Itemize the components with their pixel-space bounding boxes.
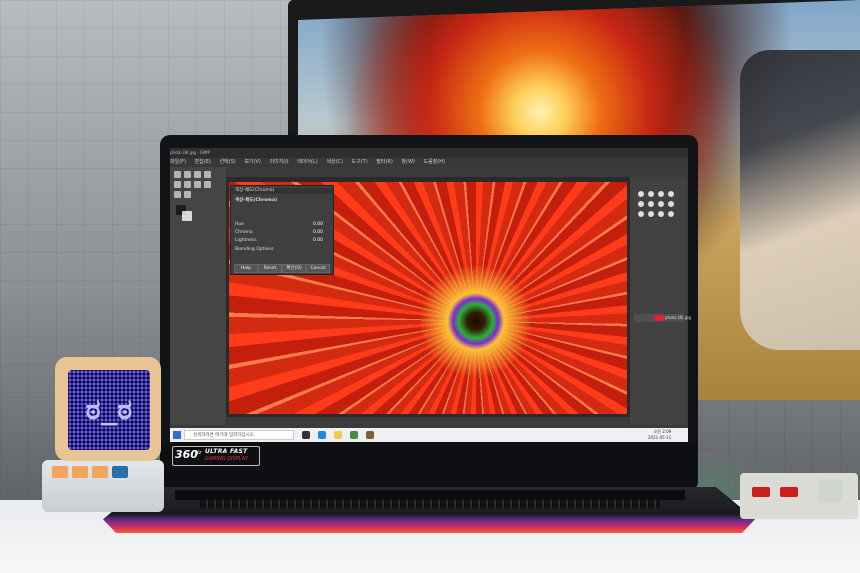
gimp-menubar: 파일(F) 편집(E) 선택(S) 보기(V) 이미지(I) 레이어(L) 색상… [170, 158, 688, 167]
refresh-rate-badge: 360 Hz ULTRA FAST GAMING DISPLAY [172, 446, 260, 466]
start-button-icon[interactable] [173, 431, 181, 439]
pixel-face-icon: ಠ_ಠ [85, 393, 133, 426]
controller-button-a [752, 487, 770, 497]
rotate-tool-icon[interactable] [184, 181, 191, 188]
menu-item-edit[interactable]: 편집(E) [195, 159, 211, 165]
lightness-row[interactable]: Lightness 0.00 [235, 238, 329, 244]
eraser-tool-icon[interactable] [204, 181, 211, 188]
gimp-title-text: photo (8).jpg · GIMP [170, 150, 210, 155]
taskbar-search-input[interactable]: 검색하려면 여기에 입력하십시오. [184, 430, 294, 440]
blue-keycap [112, 466, 128, 478]
badge-gaming-display: GAMING DISPLAY [205, 456, 249, 462]
brush-preset-icon[interactable] [668, 201, 674, 207]
brush-preset-icon[interactable] [668, 211, 674, 217]
align-tool-icon[interactable] [184, 171, 191, 178]
move-tool-icon[interactable] [174, 171, 181, 178]
controller-button-b [780, 487, 798, 497]
menu-item-view[interactable]: 보기(V) [244, 159, 261, 165]
help-button[interactable]: Help [234, 264, 258, 273]
file-explorer-icon[interactable] [334, 431, 342, 439]
brush-preset-icon[interactable] [648, 201, 654, 207]
menu-item-filters[interactable]: 필터(R) [376, 159, 393, 165]
text-tool-icon[interactable] [174, 191, 181, 198]
brush-preset-icon[interactable] [658, 201, 664, 207]
brush-preset-icon[interactable] [638, 211, 644, 217]
lightness-value: 0.00 [312, 238, 323, 243]
lightness-label: Lightness [235, 238, 257, 243]
chroma-row[interactable]: Chroma 0.00 [235, 230, 329, 236]
controller-dpad [818, 479, 842, 503]
menu-item-windows[interactable]: 창(W) [401, 159, 414, 165]
brush-preset-icon[interactable] [658, 191, 664, 197]
dialog-title: 색상-채도(Chroma) [231, 188, 333, 194]
menu-item-tools[interactable]: 도구(T) [352, 159, 368, 165]
gimp-right-dock [630, 177, 686, 425]
reset-button[interactable]: Reset [258, 264, 282, 273]
game-weapon-foreground [740, 50, 860, 350]
hue-row[interactable]: Hue 0.00 [235, 222, 329, 228]
menu-item-file[interactable]: 파일(F) [170, 159, 186, 165]
lasso-tool-icon[interactable] [204, 171, 211, 178]
brush-preset-icon[interactable] [668, 191, 674, 197]
gimp-titlebar: photo (8).jpg · GIMP [170, 148, 688, 158]
blending-options-toggle[interactable]: Blending Options [235, 247, 329, 253]
ok-button[interactable]: 확인(O) [282, 264, 306, 273]
zoom-tool-icon[interactable] [184, 191, 191, 198]
orange-keycap [52, 466, 68, 478]
layer-thumbnail [654, 315, 664, 321]
badge-ultra-fast: ULTRA FAST [205, 448, 248, 455]
hue-label: Hue [235, 222, 245, 227]
laptop-keyboard [175, 490, 685, 500]
menu-item-image[interactable]: 이미지(I) [269, 159, 288, 165]
menu-item-layer[interactable]: 레이어(L) [297, 159, 318, 165]
layer-name: photo (8).jpg [665, 315, 691, 320]
crop-tool-icon[interactable] [174, 181, 181, 188]
badge-hz-unit: Hz [195, 450, 202, 456]
gimp-toolbox [170, 167, 226, 425]
chroma-value: 0.00 [312, 230, 323, 235]
paint-tool-icon[interactable] [194, 181, 201, 188]
brush-preset-icon[interactable] [638, 201, 644, 207]
laptop-vents [200, 500, 660, 508]
brush-preset-icon[interactable] [638, 191, 644, 197]
brush-preset-icon[interactable] [658, 211, 664, 217]
taskbar-clock[interactable]: 오전 2:09 2021-05-11 [648, 429, 671, 441]
cancel-button[interactable]: Cancel [306, 264, 330, 273]
brush-preset-icon[interactable] [648, 191, 654, 197]
orange-keycap [72, 466, 88, 478]
menu-item-colors[interactable]: 색상(C) [326, 159, 343, 165]
orange-keycap [92, 466, 108, 478]
gimp-taskbar-icon[interactable] [366, 431, 374, 439]
edge-browser-icon[interactable] [318, 431, 326, 439]
brush-preset-icon[interactable] [648, 211, 654, 217]
background-color-swatch[interactable] [182, 211, 192, 221]
menu-item-help[interactable]: 도움말(H) [423, 159, 444, 165]
menu-item-select[interactable]: 선택(S) [219, 159, 235, 165]
store-icon[interactable] [350, 431, 358, 439]
chroma-dialog: 색상-채도(Chroma) 색상-채도(Chroma) Hue 0.00 Chr… [230, 185, 334, 275]
clock-date: 2021-05-11 [648, 435, 672, 440]
rect-select-icon[interactable] [194, 171, 201, 178]
hue-value: 0.00 [312, 222, 323, 227]
task-view-icon[interactable] [302, 431, 310, 439]
chroma-label: Chroma [235, 230, 253, 235]
dialog-subtitle: 색상-채도(Chroma) [235, 198, 278, 203]
